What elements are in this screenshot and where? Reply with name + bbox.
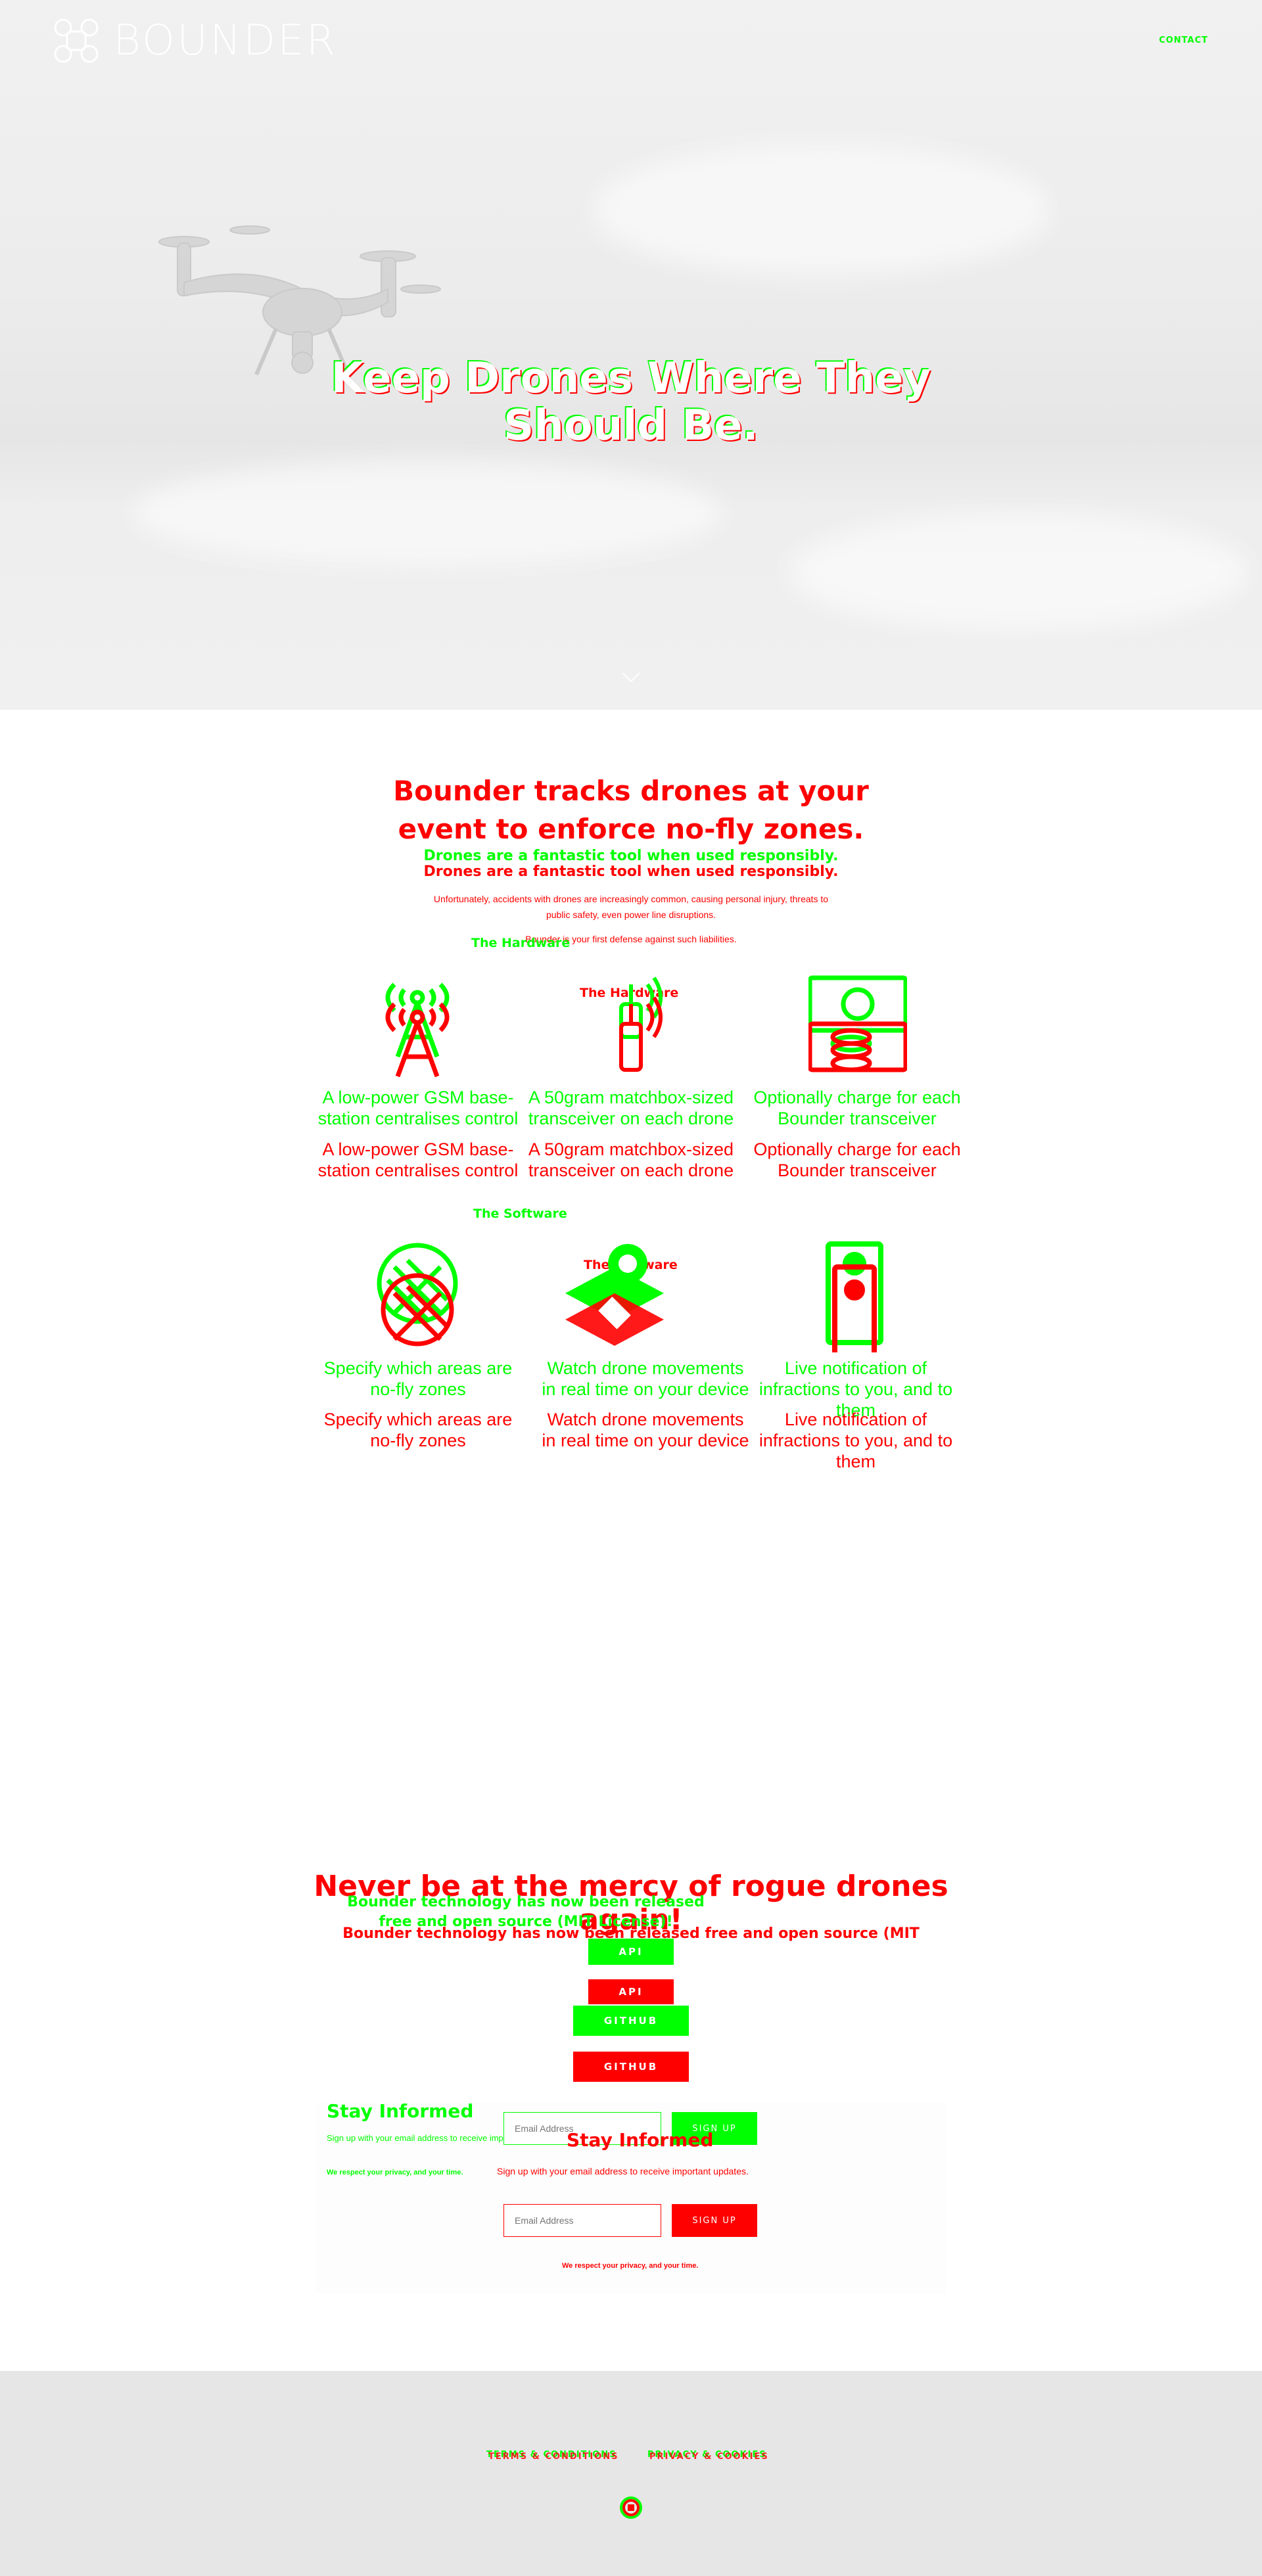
hardware-heading: The Hardware <box>471 936 571 950</box>
money-icon <box>808 975 907 1072</box>
newsletter-text: Sign up with your email address to recei… <box>497 2166 749 2176</box>
software-item-text: Watch drone movements in real time on yo… <box>542 1358 749 1399</box>
cell-tower-icon <box>385 982 450 1078</box>
intro-subtitle-echo: Drones are a fantastic tool when used re… <box>423 863 839 880</box>
hero-cloud <box>131 460 723 565</box>
transceiver-icon <box>619 977 663 1072</box>
software-item-text: Specify which areas are no-fly zones <box>323 1410 513 1450</box>
nav-contact-link[interactable]: CONTACT <box>1159 35 1208 45</box>
hardware-item-text: A low-power GSM base-station centralises… <box>317 1088 519 1128</box>
newsletter-title: Stay Informed <box>327 2100 474 2122</box>
software-item-text: Live notification of infractions to you,… <box>759 1410 953 1471</box>
hero-section: BOUNDER CONTACT Keep Drones Where They S… <box>0 0 1262 710</box>
phone-alert-icon <box>826 1241 883 1352</box>
hero-cloud <box>789 513 1249 631</box>
newsletter-privacy: We respect your privacy, and your time. <box>562 2262 699 2270</box>
footer-terms-link[interactable]: TERMS & CONDITIONS <box>488 2452 619 2462</box>
api-button[interactable]: API <box>588 1939 674 1965</box>
footer <box>0 2371 1262 2576</box>
hardware-item-text: A 50gram matchbox-sized transceiver on e… <box>528 1088 734 1128</box>
software-heading: The Software <box>473 1207 567 1221</box>
hero-title: Keep Drones Where They Should Be. <box>331 354 931 450</box>
map-pin-icon <box>565 1244 664 1346</box>
github-button[interactable]: GITHUB <box>573 2052 689 2082</box>
hardware-item-text: A 50gram matchbox-sized transceiver on e… <box>528 1139 734 1180</box>
logo-text: BOUNDER <box>113 16 338 65</box>
intro-body: Unfortunately, accidents with drones are… <box>433 894 829 920</box>
map-zone-icon <box>377 1243 458 1346</box>
newsletter-title: Stay Informed <box>567 2129 714 2151</box>
bounder-logo-icon <box>54 18 99 63</box>
hero-cloud <box>592 145 1052 276</box>
hardware-item-text: Optionally charge for each Bounder trans… <box>753 1088 961 1128</box>
hardware-item-text: Optionally charge for each Bounder trans… <box>753 1139 961 1180</box>
software-item-text: Watch drone movements in real time on yo… <box>542 1410 749 1450</box>
chevron-down-icon[interactable] <box>621 672 641 683</box>
email-field[interactable] <box>503 2204 661 2237</box>
api-button[interactable]: API <box>588 1979 674 2004</box>
software-item-text: Specify which areas are no-fly zones <box>323 1358 513 1399</box>
intro-subtitle: Drones are a fantastic tool when used re… <box>423 848 839 864</box>
logo[interactable]: BOUNDER <box>53 16 337 66</box>
footer-privacy-link[interactable]: PRIVACY & COOKIES <box>649 2452 769 2462</box>
newsletter-privacy: We respect your privacy, and your time. <box>327 2169 463 2176</box>
intro-title: Bounder tracks drones at your event to e… <box>393 775 869 845</box>
squarespace-icon[interactable] <box>619 2496 643 2519</box>
signup-button[interactable]: SIGN UP <box>672 2204 757 2237</box>
github-button[interactable]: GITHUB <box>573 2006 689 2036</box>
hardware-item-text: A low-power GSM base-station centralises… <box>317 1139 519 1180</box>
